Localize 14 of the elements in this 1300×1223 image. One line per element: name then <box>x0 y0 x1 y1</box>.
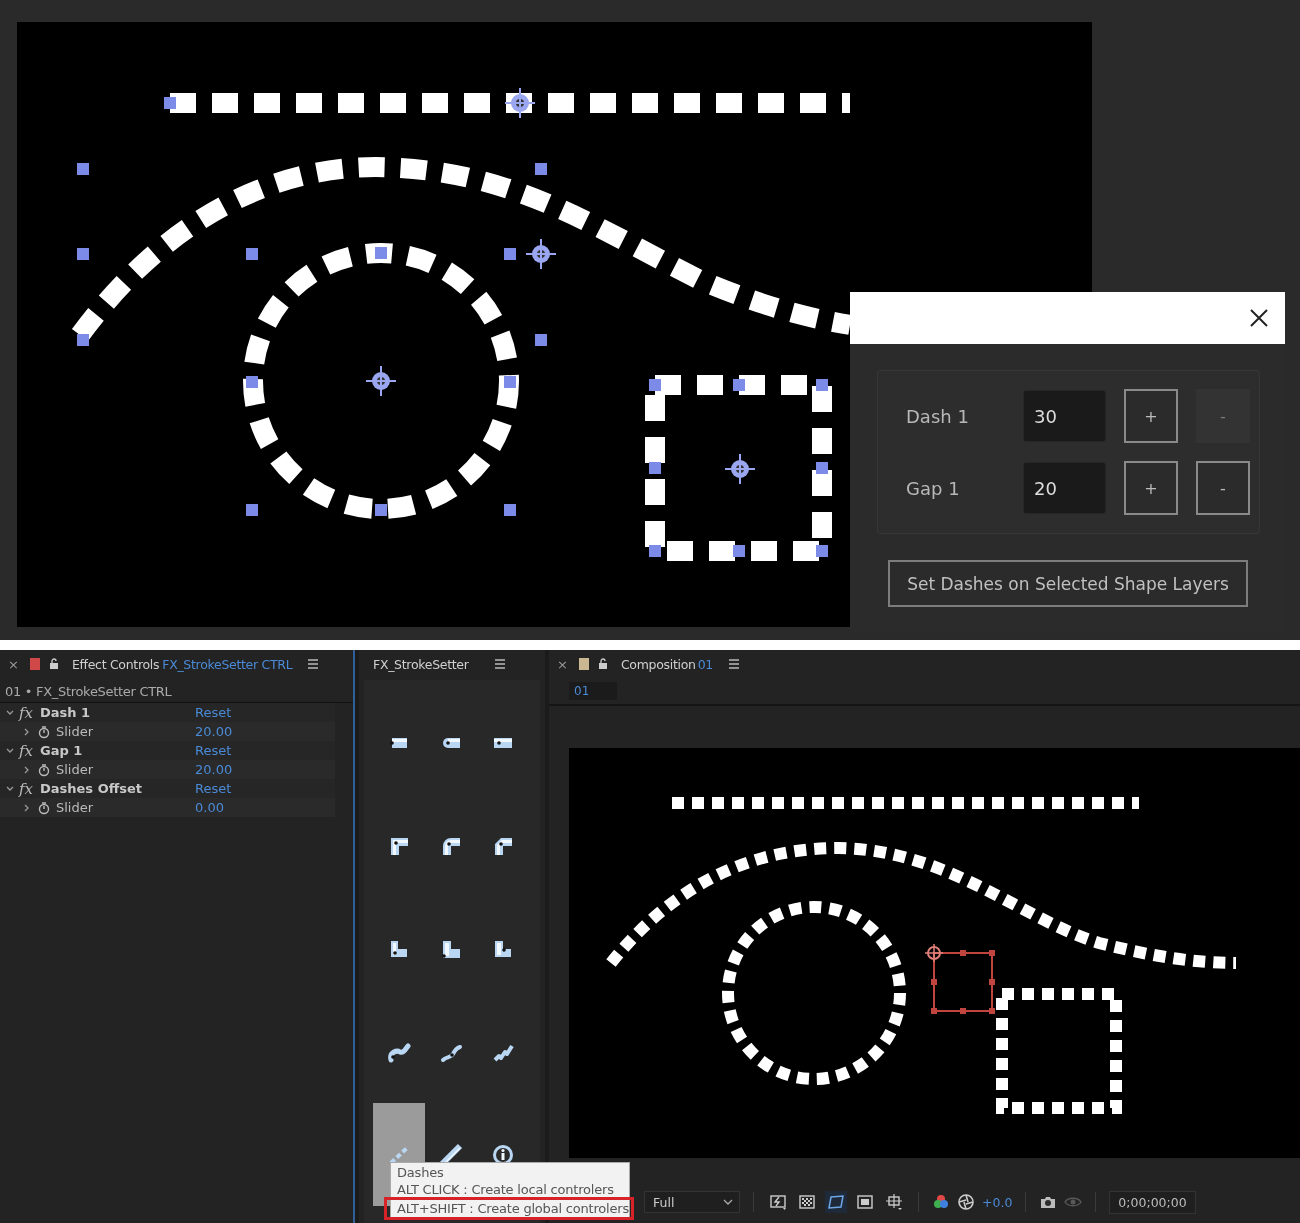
effect-name: Dashes Offset <box>40 781 143 796</box>
field-label: Gap 1 <box>906 477 961 499</box>
field-label: Dash 1 <box>906 405 970 427</box>
fx-label: fx <box>19 741 34 760</box>
property-name: Slider <box>56 724 95 739</box>
fx-label: fx <box>19 779 34 798</box>
tooltip-text: Dashes <box>396 1164 445 1181</box>
tooltip-text: ALT CLICK : Create local controlers <box>396 1181 615 1198</box>
tooltip-text: ALT+SHIFT : Create global controlers <box>387 1200 631 1217</box>
fx-label: fx <box>19 703 34 722</box>
property-name: Slider <box>56 800 95 815</box>
effect-name: Gap 1 <box>40 743 84 758</box>
effect-name: Dash 1 <box>40 705 92 720</box>
property-name: Slider <box>56 762 95 777</box>
